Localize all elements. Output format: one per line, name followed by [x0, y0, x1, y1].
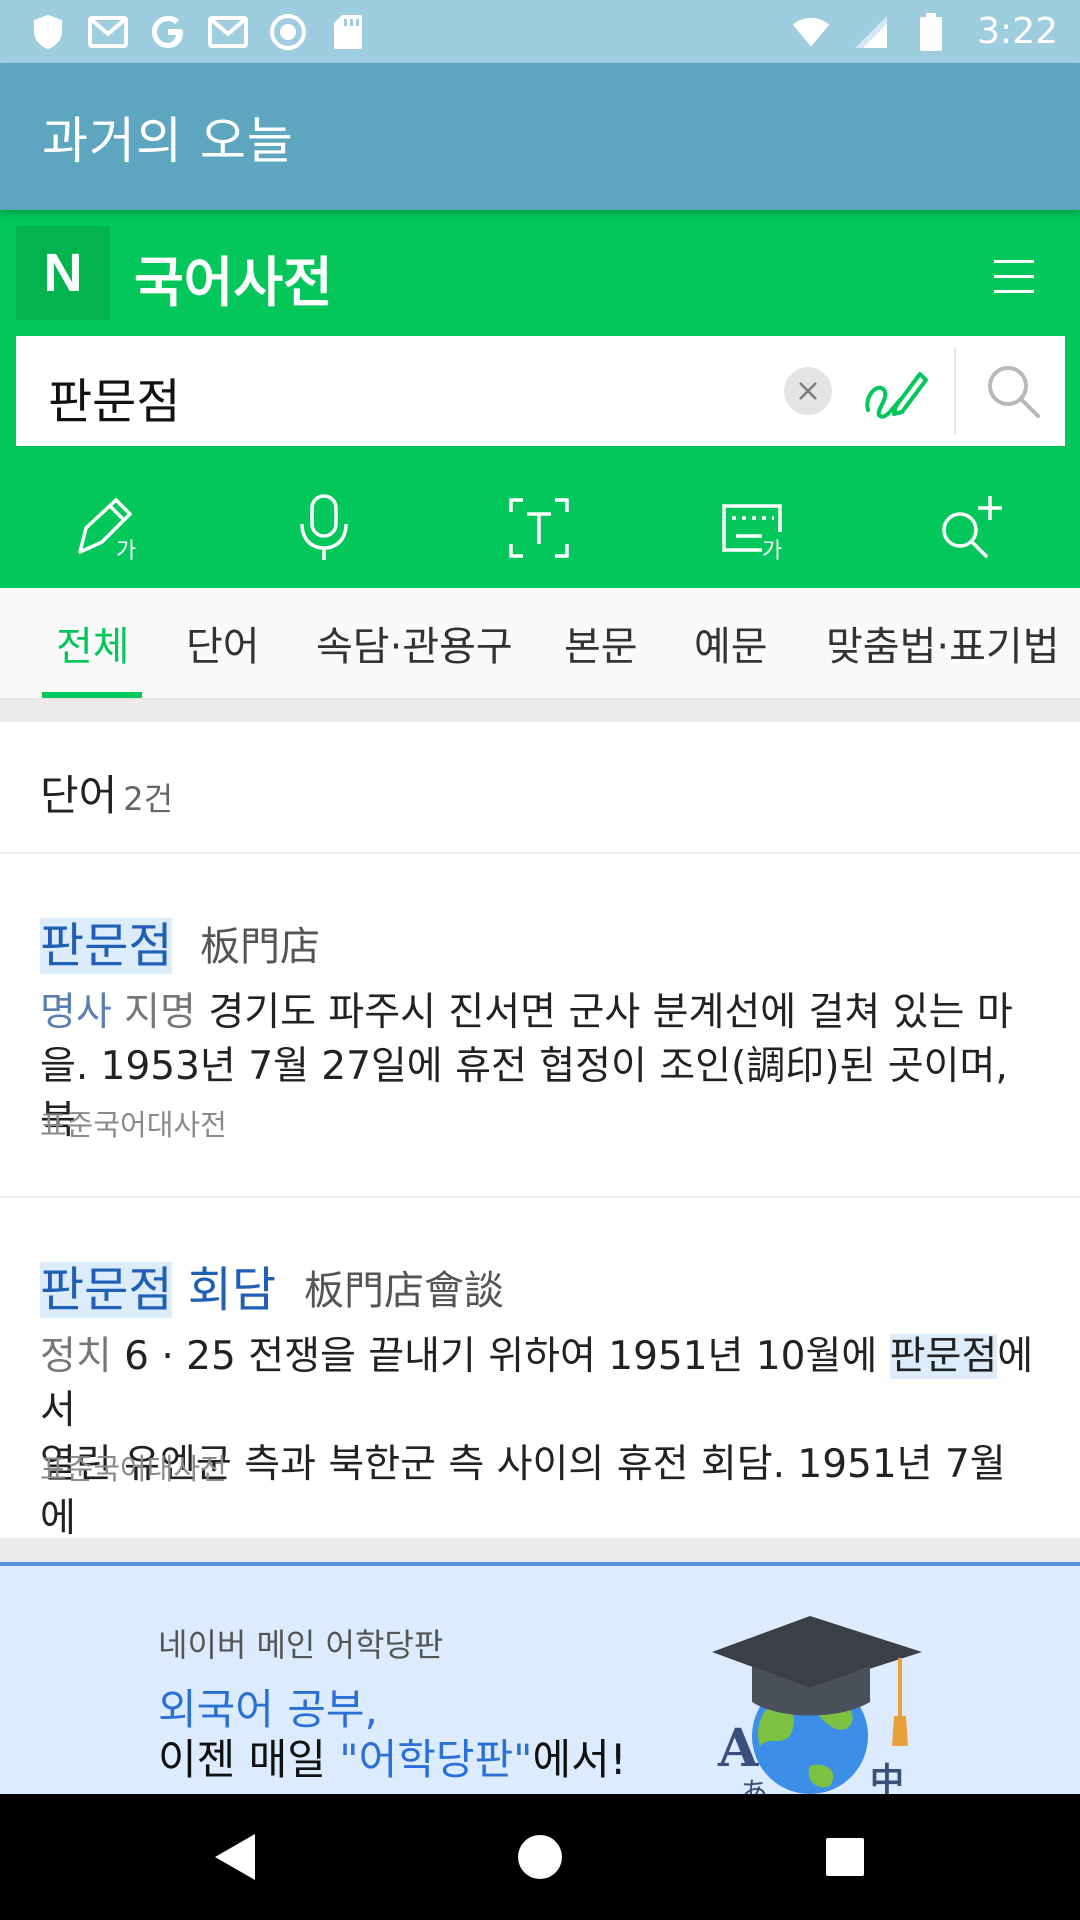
search-input[interactable]: 판문점 — [48, 362, 180, 432]
entry-hanja: 板門店會談 — [304, 1268, 504, 1314]
tab-all[interactable]: 전체 — [56, 614, 130, 672]
close-icon — [799, 382, 817, 400]
status-time: 3:22 — [977, 11, 1058, 52]
search-divider — [954, 348, 956, 434]
active-tab-indicator — [42, 692, 142, 698]
entry-hanja: 板門店 — [200, 924, 320, 970]
list-item[interactable]: 판문점 板門店 명사 지명 경기도 파주시 진서면 군사 분계선에 걸쳐 있는 … — [0, 854, 1080, 1198]
tab-body[interactable]: 본문 — [564, 614, 638, 672]
dictionary-header: N 국어사전 판문점 가 가 — [0, 210, 1080, 588]
category-label: 정치 — [40, 1334, 112, 1379]
menu-button[interactable] — [990, 252, 1038, 300]
keyboard-icon: 가 — [722, 504, 782, 564]
sd-card-icon — [328, 12, 368, 52]
handwriting-input-button[interactable] — [864, 360, 930, 422]
entry-source: 표준국어대사전 — [40, 1452, 227, 1486]
banner-subtitle: 네이버 메인 어학당판 — [158, 1626, 444, 1664]
part-of-speech: 명사 — [40, 990, 112, 1035]
search-button[interactable] — [984, 362, 1042, 420]
naver-logo-letter: N — [43, 243, 83, 303]
record-icon — [268, 12, 308, 52]
recents-icon — [826, 1838, 864, 1876]
tab-idioms[interactable]: 속담·관용구 — [316, 614, 513, 672]
status-bar: 3:22 — [0, 0, 1080, 63]
svg-text:가: 가 — [762, 539, 782, 564]
status-left-icons — [28, 12, 368, 52]
hamburger-menu-icon — [994, 260, 1034, 293]
google-icon — [148, 12, 188, 52]
dictionary-title[interactable]: 국어사전 — [134, 238, 333, 317]
word-section-header: 단어 2건 — [0, 722, 1080, 854]
tab-examples[interactable]: 예문 — [694, 614, 768, 672]
category-label: 지명 — [124, 990, 196, 1035]
search-plus-icon — [942, 496, 1002, 558]
entry-title-highlight: 판문점 — [40, 1262, 173, 1318]
section-title: 단어 2건 — [40, 771, 174, 820]
screen: 3:22 과거의 오늘 N 국어사전 판문점 가 가 전체 단어 속담·관용구 … — [0, 0, 1080, 1920]
battery-icon — [911, 12, 951, 52]
search-bar: 판문점 — [16, 336, 1065, 446]
app-title: 과거의 오늘 — [42, 111, 294, 170]
handwriting-icon: 가 — [78, 498, 136, 564]
definition-line-1: 명사 지명 경기도 파주시 진서면 군사 분계선에 걸쳐 있는 마 — [40, 990, 1013, 1035]
tab-spelling[interactable]: 맞춤법·표기법 — [826, 614, 1060, 672]
graduation-globe-icon: A あ 中 — [700, 1596, 940, 1794]
banner-tagline: 이젠 매일 "어학당판"에서! — [158, 1735, 627, 1784]
system-nav-bar — [0, 1794, 1080, 1920]
tab-word[interactable]: 단어 — [186, 614, 260, 672]
app-bar: 과거의 오늘 — [0, 63, 1080, 210]
back-button[interactable] — [204, 1826, 266, 1888]
text-recognition-icon — [509, 498, 569, 558]
clear-search-button[interactable] — [784, 367, 832, 415]
keyboard-button[interactable]: 가 — [718, 492, 790, 564]
tab-bar: 전체 단어 속담·관용구 본문 예문 맞춤법·표기법 — [0, 588, 1080, 700]
home-button[interactable] — [509, 1826, 571, 1888]
entry-source: 표준국어대사전 — [40, 1108, 227, 1142]
svg-text:A: A — [717, 1718, 759, 1779]
pen-icon — [865, 372, 928, 419]
promo-banner[interactable]: 네이버 메인 어학당판 외국어 공부, 이젠 매일 "어학당판"에서! A あ … — [0, 1562, 1080, 1794]
voice-search-button[interactable] — [288, 492, 360, 564]
svg-text:中: 中 — [870, 1761, 904, 1794]
list-item[interactable]: 판문점 회담 板門店會談 정치 6 · 25 전쟁을 끝내기 위하여 1951년… — [0, 1198, 1080, 1541]
recents-button[interactable] — [814, 1826, 876, 1888]
naver-logo[interactable]: N — [16, 226, 110, 320]
wifi-icon — [791, 12, 831, 52]
svg-text:あ: あ — [740, 1776, 768, 1794]
home-icon — [518, 1835, 562, 1879]
handwriting-tool-button[interactable]: 가 — [74, 492, 146, 564]
microphone-icon — [300, 494, 348, 560]
back-icon — [215, 1834, 255, 1880]
definition-line-1: 정치 6 · 25 전쟁을 끝내기 위하여 1951년 10월에 판문점에서 — [40, 1334, 1034, 1433]
section-gap — [0, 700, 1080, 722]
entry-definition: 정치 6 · 25 전쟁을 끝내기 위하여 1951년 10월에 판문점에서 열… — [40, 1330, 1040, 1546]
section-gap — [0, 1538, 1080, 1562]
result-count: 2건 — [123, 780, 174, 818]
gmail-icon — [208, 12, 248, 52]
advanced-search-button[interactable] — [934, 492, 1006, 564]
entry-title-link[interactable]: 판문점 회담 — [40, 1250, 276, 1320]
gmail-icon — [88, 12, 128, 52]
shield-icon — [28, 12, 68, 52]
svg-text:가: 가 — [116, 539, 136, 564]
keyword-highlight: 판문점 — [889, 1334, 998, 1379]
entry-title-highlight: 판문점 — [40, 918, 173, 974]
status-right-icons: 3:22 — [791, 11, 1058, 52]
text-recognition-button[interactable] — [503, 492, 575, 564]
signal-icon — [851, 12, 891, 52]
search-icon — [988, 366, 1040, 418]
entry-title-link[interactable]: 판문점 — [40, 906, 173, 976]
input-tools: 가 가 — [0, 472, 1080, 582]
